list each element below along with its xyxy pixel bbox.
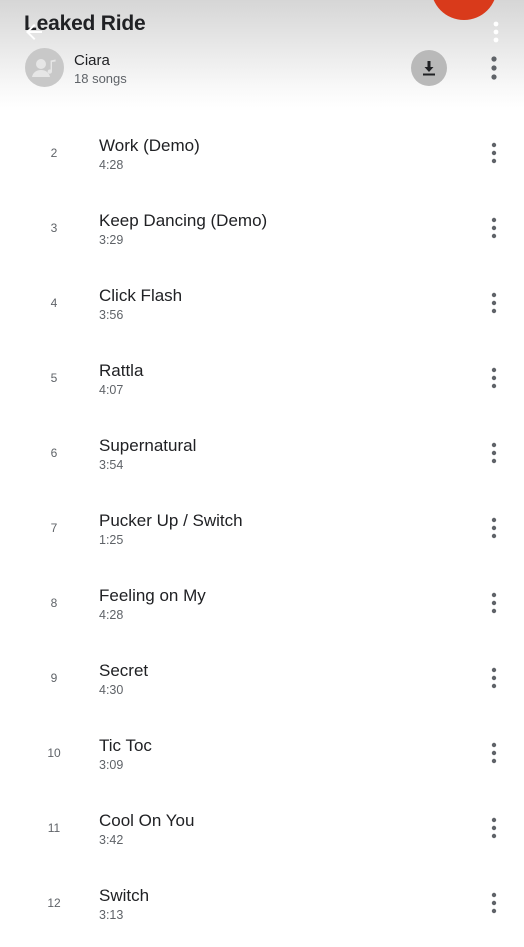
more-vert-icon[interactable]	[484, 364, 504, 392]
song-duration: 4:30	[99, 683, 124, 697]
more-vert-icon[interactable]	[484, 289, 504, 317]
artist-placeholder-icon	[32, 59, 56, 77]
song-duration: 3:42	[99, 833, 124, 847]
song-row[interactable]: 12 Switch 3:13	[0, 865, 524, 940]
song-row[interactable]: 3 Keep Dancing (Demo) 3:29	[0, 190, 524, 265]
song-duration: 3:09	[99, 758, 124, 772]
song-duration: 4:07	[99, 383, 124, 397]
artist-avatar[interactable]	[25, 48, 64, 87]
song-duration: 1:25	[99, 533, 124, 547]
more-vert-icon[interactable]	[484, 814, 504, 842]
more-vert-icon[interactable]	[484, 664, 504, 692]
artist-name[interactable]: Ciara	[74, 52, 110, 69]
arrow-back-icon[interactable]	[22, 20, 46, 44]
more-vert-icon[interactable]	[484, 139, 504, 167]
song-row[interactable]: 10 Tic Toc 3:09	[0, 715, 524, 790]
more-vert-icon[interactable]	[486, 18, 506, 46]
track-number: 2	[50, 146, 58, 160]
song-row[interactable]: 8 Feeling on My 4:28	[0, 565, 524, 640]
song-row[interactable]: 4 Click Flash 3:56	[0, 265, 524, 340]
track-number: 3	[50, 221, 58, 235]
song-duration: 3:56	[99, 308, 124, 322]
song-title: Work (Demo)	[99, 136, 200, 155]
track-number: 11	[47, 821, 61, 835]
track-number: 4	[50, 296, 58, 310]
song-row[interactable]: 5 Rattla 4:07	[0, 340, 524, 415]
track-number: 9	[50, 671, 58, 685]
more-vert-icon[interactable]	[484, 589, 504, 617]
song-title: Supernatural	[99, 436, 197, 455]
track-number: 6	[50, 446, 58, 460]
album-more-icon[interactable]	[484, 52, 504, 84]
song-duration: 3:29	[99, 233, 124, 247]
track-number: 7	[50, 521, 58, 535]
song-title: Click Flash	[99, 286, 183, 305]
song-list: 2 Work (Demo) 4:28 3 Keep Dancing (Demo)…	[0, 115, 524, 940]
song-row[interactable]: 6 Supernatural 3:54	[0, 415, 524, 490]
song-title: Pucker Up / Switch	[99, 511, 243, 530]
album-header: Leaked Ride Ciara 18 songs	[0, 0, 524, 108]
song-duration: 4:28	[99, 158, 124, 172]
more-vert-icon[interactable]	[484, 739, 504, 767]
song-title: Tic Toc	[99, 736, 152, 755]
track-number: 8	[50, 596, 58, 610]
play-fab-button[interactable]	[431, 0, 497, 20]
song-duration: 3:13	[99, 908, 124, 922]
song-title: Switch	[99, 886, 150, 905]
download-icon	[423, 61, 435, 76]
song-duration: 3:54	[99, 458, 124, 472]
more-vert-icon[interactable]	[484, 439, 504, 467]
more-vert-icon[interactable]	[484, 889, 504, 917]
more-vert-icon[interactable]	[484, 514, 504, 542]
song-title: Secret	[99, 661, 149, 680]
song-row[interactable]: 2 Work (Demo) 4:28	[0, 115, 524, 190]
download-button[interactable]	[411, 50, 447, 86]
track-number: 5	[50, 371, 58, 385]
song-row[interactable]: 7 Pucker Up / Switch 1:25	[0, 490, 524, 565]
song-duration: 4:28	[99, 608, 124, 622]
song-title: Cool On You	[99, 811, 195, 830]
song-title: Rattla	[99, 361, 144, 380]
track-number: 12	[47, 896, 61, 910]
song-row[interactable]: 9 Secret 4:30	[0, 640, 524, 715]
song-title: Feeling on My	[99, 586, 206, 605]
more-vert-icon[interactable]	[484, 214, 504, 242]
track-number: 10	[47, 746, 61, 760]
song-count: 18 songs	[74, 71, 127, 86]
song-title: Keep Dancing (Demo)	[99, 211, 268, 230]
song-row[interactable]: 11 Cool On You 3:42	[0, 790, 524, 865]
